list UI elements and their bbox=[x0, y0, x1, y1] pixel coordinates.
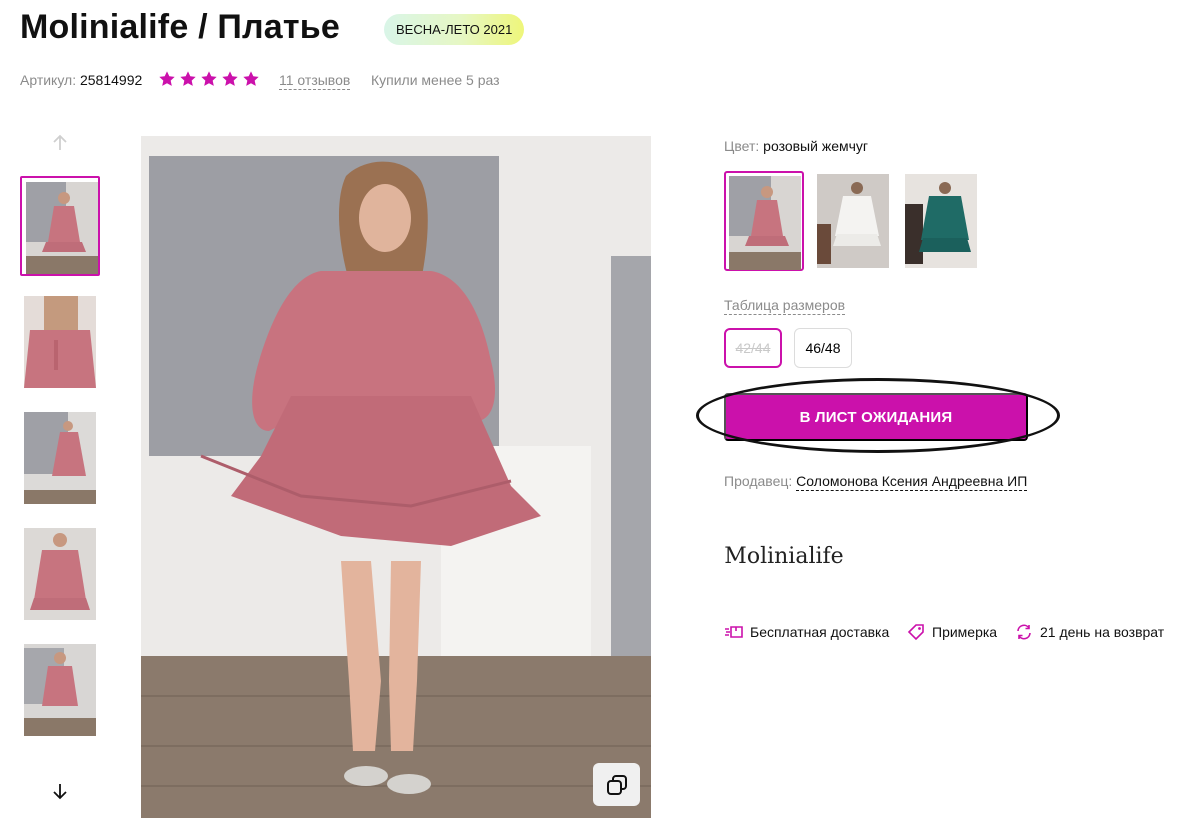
thumbnail-3[interactable] bbox=[20, 408, 100, 508]
copy-icon bbox=[606, 774, 627, 795]
star-icon bbox=[180, 71, 196, 86]
thumbs-down-arrow-icon[interactable] bbox=[48, 779, 72, 803]
feature-text: Примерка bbox=[932, 624, 998, 640]
feature-return: 21 день на возврат bbox=[1014, 623, 1164, 641]
feature-text: Бесплатная доставка bbox=[750, 624, 890, 640]
product-photo-image bbox=[141, 136, 651, 818]
brand-logo-text: Molinialife bbox=[724, 543, 844, 569]
thumbnail-image bbox=[24, 644, 96, 736]
brand-logo[interactable]: Molinialife bbox=[724, 530, 844, 582]
thumbnail-image bbox=[24, 528, 96, 620]
color-swatch-image bbox=[905, 174, 977, 268]
rating-stars[interactable] bbox=[158, 70, 260, 88]
tag-icon bbox=[907, 624, 924, 641]
season-badge: ВЕСНА-ЛЕТО 2021 bbox=[384, 14, 525, 45]
feature-fitting: Примерка bbox=[906, 623, 997, 641]
delivery-icon bbox=[725, 626, 743, 638]
return-icon bbox=[1017, 624, 1031, 640]
seller-name-link[interactable]: Соломонова Ксения Андреевна ИП bbox=[796, 473, 1028, 491]
star-icon bbox=[201, 71, 217, 86]
size-table-link[interactable]: Таблица размеров bbox=[724, 297, 846, 315]
article-number: Артикул: 25814992 bbox=[20, 72, 142, 88]
waitlist-button[interactable]: В ЛИСТ ОЖИДАНИЯ bbox=[724, 393, 1028, 441]
thumbnail-image bbox=[24, 296, 96, 388]
thumbnail-image bbox=[26, 182, 98, 274]
article-value: 25814992 bbox=[79, 72, 143, 88]
thumbnail-2[interactable] bbox=[20, 292, 100, 392]
seller-info: Продавец: Соломонова Ксения Андреевна ИП bbox=[724, 473, 1028, 491]
color-swatch-image bbox=[729, 176, 801, 270]
color-value: розовый жемчуг bbox=[763, 138, 869, 154]
feature-text: 21 день на возврат bbox=[1040, 624, 1165, 640]
color-option-white[interactable] bbox=[814, 171, 894, 271]
star-icon bbox=[222, 71, 238, 86]
thumbnail-1[interactable] bbox=[20, 176, 100, 276]
thumbnail-image bbox=[24, 412, 96, 504]
reviews-link[interactable]: 11 отзывов bbox=[279, 72, 351, 90]
color-label-text: Цвет: bbox=[724, 138, 760, 154]
size-option-46-48[interactable]: 46/48 bbox=[794, 328, 852, 368]
main-product-photo[interactable] bbox=[141, 136, 651, 818]
seller-label: Продавец: bbox=[724, 473, 793, 489]
color-label: Цвет: розовый жемчуг bbox=[724, 138, 868, 154]
bought-count: Купили менее 5 раз bbox=[371, 72, 500, 88]
thumbnail-5[interactable] bbox=[20, 640, 100, 740]
star-icon bbox=[243, 71, 259, 86]
thumbs-up-arrow-icon[interactable] bbox=[48, 131, 72, 155]
page-title: Molinialife / Платье bbox=[20, 8, 340, 46]
thumbnail-4[interactable] bbox=[20, 524, 100, 624]
zoom-button[interactable] bbox=[593, 763, 640, 806]
feature-free-delivery: Бесплатная доставка bbox=[724, 623, 889, 641]
star-icon bbox=[159, 71, 175, 86]
color-option-pink[interactable] bbox=[724, 171, 804, 271]
size-option-42-44[interactable]: 42/44 bbox=[724, 328, 782, 368]
color-swatch-image bbox=[817, 174, 889, 268]
color-option-teal[interactable] bbox=[902, 171, 982, 271]
article-label: Артикул: bbox=[20, 72, 77, 88]
